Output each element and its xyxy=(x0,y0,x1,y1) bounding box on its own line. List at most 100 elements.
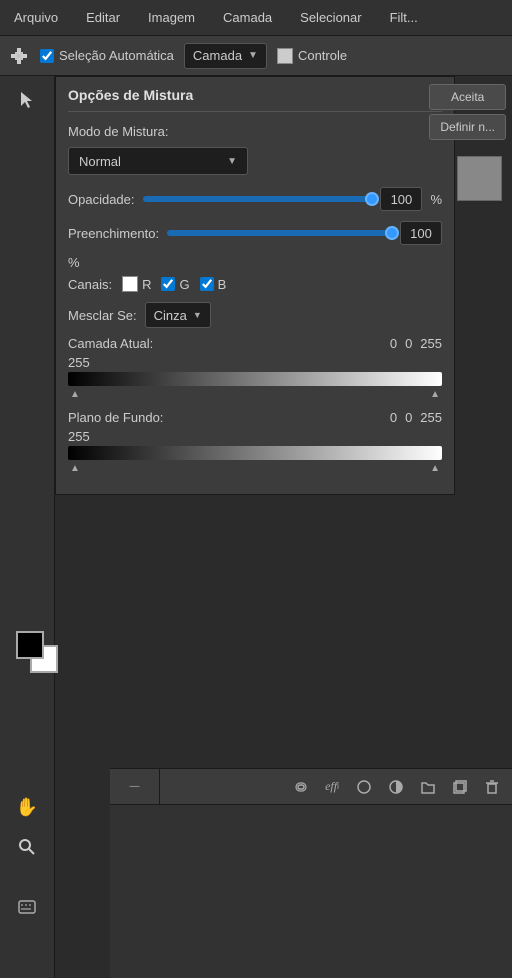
define-button[interactable]: Definir n... xyxy=(429,114,506,140)
background-v2: 0 xyxy=(405,410,412,425)
gray-preview-square xyxy=(457,156,502,201)
menu-camada[interactable]: Camada xyxy=(217,6,278,29)
half-circle-icon[interactable] xyxy=(384,775,408,799)
channel-g-label: G xyxy=(179,277,189,292)
current-layer-v1: 0 xyxy=(390,336,397,351)
channel-g-checkbox[interactable] xyxy=(161,277,175,291)
fill-label: Preenchimento: xyxy=(68,226,159,241)
blend-mode-dropdown-row: Normal ▼ xyxy=(68,147,442,175)
layers-panel-min-icon[interactable]: — xyxy=(130,781,140,792)
toolbar: Seleção Automática Camada ▼ Controle xyxy=(0,36,512,76)
current-layer-section: Camada Atual: 0 0 255 255 ▲ ▲ xyxy=(68,336,442,400)
side-buttons: Aceita Definir n... xyxy=(423,76,512,148)
hand-tool-btn[interactable]: ✋ xyxy=(11,791,43,823)
blend-options-panel: Opções de Mistura Modo de Mistura: Norma… xyxy=(55,76,455,495)
blend-if-row: Mesclar Se: Cinza ▼ xyxy=(68,302,442,328)
menu-editar[interactable]: Editar xyxy=(80,6,126,29)
background-v1: 0 xyxy=(390,410,397,425)
auto-select-checkbox[interactable] xyxy=(40,49,54,63)
control-label: Controle xyxy=(298,48,347,63)
current-layer-gradient-container[interactable]: ▲ ▲ xyxy=(68,372,442,400)
colors-area xyxy=(16,631,58,673)
layers-toolbar: eff i xyxy=(110,769,512,805)
opacity-slider-track xyxy=(143,196,373,202)
opacity-label: Opacidade: xyxy=(68,192,135,207)
blend-if-dropdown[interactable]: Cinza ▼ xyxy=(145,302,211,328)
auto-select-label: Seleção Automática xyxy=(59,48,174,63)
channel-b-checkbox[interactable] xyxy=(200,277,214,291)
channel-r-item: R xyxy=(122,276,151,292)
menu-imagem[interactable]: Imagem xyxy=(142,6,201,29)
menu-arquivo[interactable]: Arquivo xyxy=(8,6,64,29)
background-gradient-container[interactable]: ▲ ▲ xyxy=(68,446,442,474)
new-group-icon[interactable] xyxy=(416,775,440,799)
fill-slider-container xyxy=(167,226,392,240)
chevron-down-icon: ▼ xyxy=(248,50,258,61)
blend-mode-chevron-icon: ▼ xyxy=(227,156,237,167)
fill-unit: % xyxy=(68,255,80,270)
background-label: Plano de Fundo: xyxy=(68,410,163,425)
background-left-arrow-icon: ▲ xyxy=(70,463,80,474)
control-label-group: Controle xyxy=(277,48,347,64)
current-layer-v4: 255 xyxy=(68,355,90,370)
background-right-arrow-icon: ▲ xyxy=(430,463,440,474)
current-layer-gradient-track xyxy=(68,372,442,386)
current-layer-v2: 0 xyxy=(405,336,412,351)
opacity-value-box[interactable]: 100 xyxy=(380,187,422,211)
foreground-color-swatch[interactable] xyxy=(16,631,44,659)
adjustment-layer-icon[interactable] xyxy=(352,775,376,799)
channel-b-label: B xyxy=(218,277,227,292)
fill-value-box[interactable]: 100 xyxy=(400,221,442,245)
current-layer-v3: 255 xyxy=(420,336,442,351)
left-panel: ✋ xyxy=(0,76,55,978)
layers-area xyxy=(110,805,512,978)
layer-dropdown-label: Camada xyxy=(193,48,242,63)
channels-row: Canais: R G B xyxy=(68,276,442,292)
background-label-row: Plano de Fundo: 0 0 255 xyxy=(68,410,442,425)
current-layer-right-arrow-icon: ▲ xyxy=(430,389,440,400)
link-icon[interactable] xyxy=(288,775,312,799)
blend-if-chevron-icon: ▼ xyxy=(193,310,202,320)
zoom-tool-btn[interactable] xyxy=(11,831,43,863)
move-tool-icon[interactable] xyxy=(8,45,30,67)
blend-if-value: Cinza xyxy=(154,308,187,323)
fill-slider-track xyxy=(167,230,392,236)
channel-r-swatch xyxy=(122,276,138,292)
keyboard-tool-btn[interactable] xyxy=(11,891,43,923)
menu-filt[interactable]: Filt... xyxy=(384,6,424,29)
opacity-slider-thumb[interactable] xyxy=(365,192,379,206)
blend-mode-row: Modo de Mistura: xyxy=(68,124,442,139)
current-layer-left-arrow-icon: ▲ xyxy=(70,389,80,400)
layer-dropdown[interactable]: Camada ▼ xyxy=(184,43,267,69)
background-gradient-track xyxy=(68,446,442,460)
fill-value: 100 xyxy=(410,226,432,241)
main-area: Opções de Mistura Modo de Mistura: Norma… xyxy=(55,76,512,978)
accept-button[interactable]: Aceita xyxy=(429,84,506,110)
opacity-unit: % xyxy=(430,192,442,207)
blend-mode-dropdown[interactable]: Normal ▼ xyxy=(68,147,248,175)
new-layer-icon[interactable] xyxy=(448,775,472,799)
control-checkbox[interactable] xyxy=(277,48,293,64)
channel-g-item: G xyxy=(161,277,189,292)
background-section: Plano de Fundo: 0 0 255 255 ▲ ▲ xyxy=(68,410,442,474)
opacity-slider-container xyxy=(143,192,373,206)
menubar: Arquivo Editar Imagem Camada Selecionar … xyxy=(0,0,512,36)
delete-layer-icon[interactable] xyxy=(480,775,504,799)
fill-row: Preenchimento: 100 xyxy=(68,221,442,245)
channel-r-label: R xyxy=(142,277,151,292)
channels-label: Canais: xyxy=(68,277,112,292)
opacity-row: Opacidade: 100 % xyxy=(68,187,442,211)
fill-slider-thumb[interactable] xyxy=(385,226,399,240)
fx-icon[interactable]: eff i xyxy=(320,775,344,799)
blend-mode-label: Modo de Mistura: xyxy=(68,124,168,139)
blend-mode-value: Normal xyxy=(79,154,121,169)
blend-if-label: Mesclar Se: xyxy=(68,308,137,323)
background-v4: 255 xyxy=(68,429,90,444)
menu-selecionar[interactable]: Selecionar xyxy=(294,6,367,29)
panel-title: Opções de Mistura xyxy=(68,87,442,112)
channel-b-item: B xyxy=(200,277,227,292)
current-layer-label-row: Camada Atual: 0 0 255 xyxy=(68,336,442,351)
auto-select-group: Seleção Automática xyxy=(40,48,174,63)
move-tool-btn[interactable] xyxy=(11,84,43,116)
opacity-value: 100 xyxy=(391,192,413,207)
